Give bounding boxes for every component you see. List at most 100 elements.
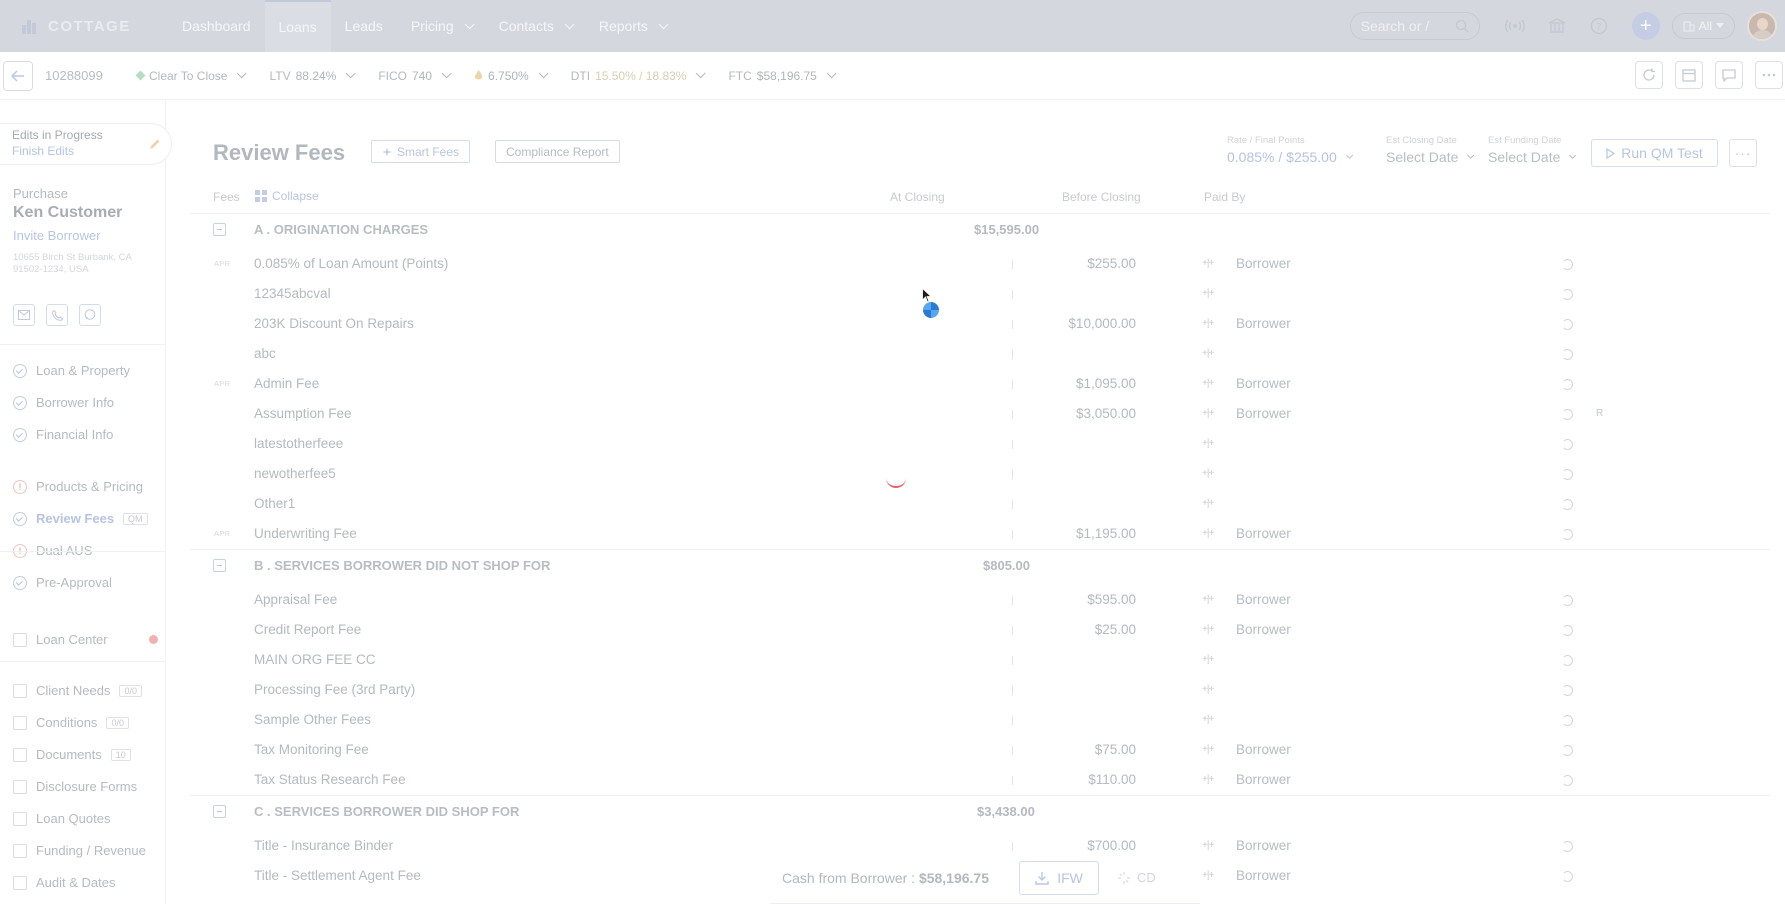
broadcast-icon[interactable]	[1502, 13, 1528, 39]
paid-by[interactable]: Borrower	[1236, 742, 1291, 757]
loan-number[interactable]: 10288099	[45, 68, 137, 83]
more-actions-button[interactable]: ···	[1729, 139, 1757, 167]
paid-by[interactable]: Borrower	[1236, 868, 1291, 883]
split-payment-icon[interactable]: +|+	[1202, 408, 1214, 419]
split-payment-icon[interactable]: +|+	[1202, 714, 1214, 725]
run-qm-test-button[interactable]: Run QM Test	[1591, 139, 1718, 167]
fee-amount-at-closing[interactable]: $75.00	[1095, 742, 1136, 757]
fee-amount-at-closing[interactable]: $3,050.00	[1076, 406, 1136, 421]
fee-name[interactable]: Admin Fee	[254, 376, 319, 391]
split-payment-icon[interactable]: +|+	[1202, 288, 1214, 299]
fee-name[interactable]: latestotherfeee	[254, 436, 343, 451]
split-payment-icon[interactable]: +|+	[1202, 528, 1214, 539]
split-payment-icon[interactable]: +|+	[1202, 654, 1214, 665]
search-input[interactable]	[1360, 18, 1451, 34]
paid-by[interactable]: Borrower	[1236, 772, 1291, 787]
fee-name[interactable]: 0.085% of Loan Amount (Points)	[254, 256, 448, 271]
split-payment-icon[interactable]: +|+	[1202, 744, 1214, 755]
history-icon[interactable]	[1562, 871, 1573, 882]
est-closing-date[interactable]: Est Closing Date Select Date	[1386, 135, 1475, 165]
ftc-chip[interactable]: FTC $58,196.75	[728, 68, 837, 83]
paid-by[interactable]: Borrower	[1236, 376, 1291, 391]
sidebar-step-financial-info[interactable]: Financial Info	[13, 427, 113, 442]
fee-amount-at-closing[interactable]: $10,000.00	[1068, 316, 1136, 331]
nav-reports[interactable]: Reports	[585, 0, 679, 52]
split-payment-icon[interactable]: +|+	[1202, 318, 1214, 329]
sidebar-step-borrower-info[interactable]: Borrower Info	[13, 395, 114, 410]
fee-name[interactable]: Underwriting Fee	[254, 526, 357, 541]
cd-button[interactable]: CD	[1117, 870, 1156, 885]
sidebar-item-funding-revenue[interactable]: Funding / Revenue	[13, 843, 146, 858]
fee-name[interactable]: Processing Fee (3rd Party)	[254, 682, 415, 697]
fee-row[interactable]: Appraisal Fee $595.00 +|+ Borrower	[190, 584, 1770, 614]
paid-by[interactable]: Borrower	[1236, 526, 1291, 541]
history-icon[interactable]	[1562, 529, 1573, 540]
dti-chip[interactable]: DTI 15.50% / 18.83%	[571, 68, 707, 83]
bank-icon[interactable]	[1544, 13, 1570, 39]
closing-date-select[interactable]: Select Date	[1386, 149, 1475, 165]
est-funding-date[interactable]: Est Funding Date Select Date	[1488, 135, 1577, 165]
fee-name[interactable]: Assumption Fee	[254, 406, 352, 421]
fee-amount-at-closing[interactable]: $595.00	[1087, 592, 1136, 607]
fee-row[interactable]: Other1 +|+	[190, 488, 1770, 518]
history-icon[interactable]	[1562, 469, 1573, 480]
global-search[interactable]	[1349, 12, 1480, 40]
phone-icon[interactable]	[46, 304, 68, 326]
fee-name[interactable]: Credit Report Fee	[254, 622, 361, 637]
split-payment-icon[interactable]: +|+	[1202, 348, 1214, 359]
fee-row[interactable]: Tax Monitoring Fee $75.00 +|+ Borrower	[190, 734, 1770, 764]
fee-name[interactable]: Other1	[254, 496, 295, 511]
message-icon[interactable]	[79, 304, 101, 326]
nav-contacts[interactable]: Contacts	[485, 0, 585, 52]
sidebar-item-loan-quotes[interactable]: Loan Quotes	[13, 811, 110, 826]
fee-amount-at-closing[interactable]: $25.00	[1095, 622, 1136, 637]
split-payment-icon[interactable]: +|+	[1202, 870, 1214, 881]
fee-name[interactable]: Tax Monitoring Fee	[254, 742, 369, 757]
sidebar-step-pre-approval[interactable]: Pre-Approval	[13, 575, 112, 590]
fee-row[interactable]: APR 0.085% of Loan Amount (Points) $255.00…	[190, 248, 1770, 278]
sidebar-item-disclosure-forms[interactable]: Disclosure Forms	[13, 779, 137, 794]
fee-name[interactable]: Title - Settlement Agent Fee	[254, 868, 421, 883]
fee-name[interactable]: Sample Other Fees	[254, 712, 371, 727]
calendar-icon[interactable]	[1675, 61, 1703, 89]
finish-edits-link[interactable]: Finish Edits	[12, 144, 171, 158]
rate-final-points[interactable]: Rate / Final Points 0.085% / $255.00	[1227, 135, 1353, 165]
fee-row[interactable]: latestotherfeee +|+	[190, 428, 1770, 458]
ifw-download-button[interactable]: IFW	[1019, 860, 1100, 895]
fee-amount-at-closing[interactable]: $1,095.00	[1076, 376, 1136, 391]
fee-row[interactable]: APR Underwriting Fee $1,195.00 +|+ Borrower	[190, 518, 1770, 548]
compliance-report-button[interactable]: Compliance Report	[495, 140, 620, 163]
collapse-section-icon[interactable]	[213, 559, 226, 572]
split-payment-icon[interactable]: +|+	[1202, 498, 1214, 509]
split-payment-icon[interactable]: +|+	[1202, 468, 1214, 479]
nav-pricing[interactable]: Pricing	[397, 0, 485, 52]
sidebar-step-review-fees[interactable]: Review Fees QM	[13, 511, 148, 526]
collapse-section-icon[interactable]	[213, 805, 226, 818]
fee-row[interactable]: Assumption Fee $3,050.00 +|+ Borrower R	[190, 398, 1770, 428]
history-icon[interactable]	[1562, 625, 1573, 636]
split-payment-icon[interactable]: +|+	[1202, 594, 1214, 605]
history-icon[interactable]	[1562, 655, 1573, 666]
fee-row[interactable]: abc +|+	[190, 338, 1770, 368]
smart-fees-button[interactable]: Smart Fees	[371, 140, 471, 163]
fee-name[interactable]: abc	[254, 346, 276, 361]
chat-icon[interactable]	[1715, 61, 1743, 89]
fee-amount-at-closing[interactable]: $255.00	[1087, 256, 1136, 271]
more-options-icon[interactable]	[1755, 61, 1783, 89]
collapse-button[interactable]: Collapse	[255, 189, 319, 203]
paid-by[interactable]: Borrower	[1236, 316, 1291, 331]
split-payment-icon[interactable]: +|+	[1202, 378, 1214, 389]
pencil-icon[interactable]	[149, 137, 161, 155]
history-icon[interactable]	[1562, 349, 1573, 360]
funding-date-select[interactable]: Select Date	[1488, 149, 1577, 165]
paid-by[interactable]: Borrower	[1236, 838, 1291, 853]
paid-by[interactable]: Borrower	[1236, 256, 1291, 271]
fee-row[interactable]: APR Admin Fee $1,095.00 +|+ Borrower	[190, 368, 1770, 398]
split-payment-icon[interactable]: +|+	[1202, 438, 1214, 449]
history-icon[interactable]	[1562, 289, 1573, 300]
back-button[interactable]	[3, 60, 33, 91]
add-new-button[interactable]: +	[1631, 12, 1660, 40]
fee-name[interactable]: Tax Status Research Fee	[254, 772, 406, 787]
user-avatar[interactable]	[1747, 11, 1777, 41]
fee-row[interactable]: Tax Status Research Fee $110.00 +|+ Borrowe…	[190, 764, 1770, 794]
